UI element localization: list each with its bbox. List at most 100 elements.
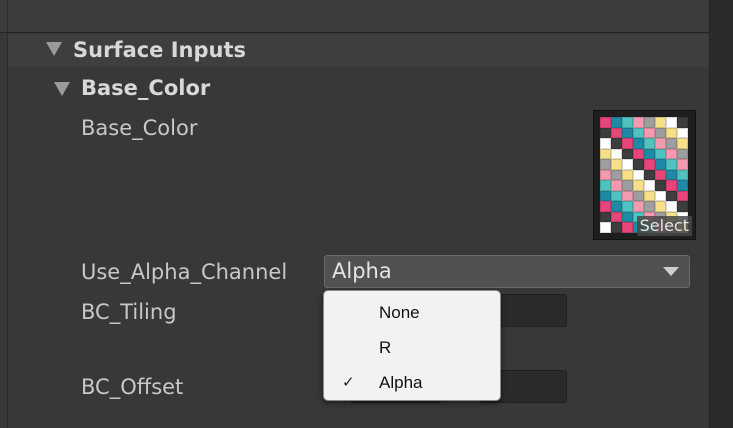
texture-tile — [666, 180, 677, 191]
texture-tile — [622, 211, 633, 223]
checkmark-icon: ✓ — [342, 374, 355, 391]
use-alpha-channel-label: Use_Alpha_Channel — [81, 260, 288, 284]
texture-tile — [677, 159, 688, 170]
dropdown-selected-value: Alpha — [332, 259, 392, 283]
inspector-scrollbar[interactable] — [709, 0, 733, 428]
bc-tiling-label: BC_Tiling — [81, 300, 177, 324]
texture-tile — [611, 169, 622, 181]
texture-tile — [611, 117, 622, 128]
texture-tile — [666, 117, 677, 128]
texture-tile — [666, 201, 677, 212]
texture-tile — [622, 117, 633, 128]
menu-option-label: Alpha — [379, 373, 423, 392]
texture-tile — [600, 148, 611, 160]
menu-option-none[interactable]: None — [324, 297, 500, 329]
texture-tile — [611, 148, 622, 160]
texture-tile — [622, 148, 633, 160]
texture-tile — [677, 180, 688, 191]
texture-tile — [677, 127, 688, 139]
texture-tile — [666, 127, 677, 139]
texture-tile — [633, 159, 644, 170]
use-alpha-channel-dropdown[interactable]: Alpha — [324, 255, 690, 288]
texture-tile — [633, 127, 644, 139]
texture-tile — [600, 138, 611, 149]
surface-inputs-header[interactable]: Surface Inputs — [8, 34, 709, 67]
texture-tile — [600, 127, 611, 139]
texture-tile — [677, 117, 688, 128]
texture-tile — [622, 169, 633, 181]
texture-tile — [644, 190, 655, 202]
texture-tile — [622, 201, 633, 212]
texture-tile — [666, 159, 677, 170]
texture-tile — [644, 180, 655, 191]
texture-tile — [677, 201, 688, 212]
texture-tile — [644, 138, 655, 149]
texture-tile — [633, 138, 644, 149]
texture-tile — [611, 127, 622, 139]
texture-tile — [655, 127, 666, 139]
texture-tile — [655, 148, 666, 160]
texture-tile — [633, 190, 644, 202]
texture-tile — [644, 201, 655, 212]
texture-tile — [600, 180, 611, 191]
texture-tile — [655, 169, 666, 181]
texture-tile — [600, 159, 611, 170]
texture-tile — [611, 159, 622, 170]
base-color-texture-slot[interactable]: Select — [593, 110, 696, 240]
texture-tile — [633, 148, 644, 160]
foldout-triangle-icon[interactable] — [54, 82, 70, 96]
texture-tile — [611, 190, 622, 202]
texture-tile — [677, 148, 688, 160]
texture-tile — [666, 138, 677, 149]
section-title: Surface Inputs — [73, 38, 247, 62]
texture-tile — [600, 201, 611, 212]
texture-tile — [677, 138, 688, 149]
texture-tile — [644, 148, 655, 160]
texture-tile — [600, 117, 611, 128]
texture-tile — [622, 190, 633, 202]
use-alpha-channel-menu: None R ✓ Alpha — [323, 290, 501, 401]
texture-tile — [600, 190, 611, 202]
texture-tile — [633, 180, 644, 191]
texture-tile — [622, 222, 633, 233]
texture-tile — [644, 169, 655, 181]
texture-tile — [622, 159, 633, 170]
texture-tile — [633, 117, 644, 128]
texture-tile — [611, 222, 622, 233]
texture-tile — [666, 169, 677, 181]
texture-tile — [622, 180, 633, 191]
texture-tile — [644, 117, 655, 128]
texture-tile — [622, 138, 633, 149]
texture-tile — [655, 159, 666, 170]
texture-tile — [611, 180, 622, 191]
texture-select-button[interactable]: Select — [636, 216, 692, 236]
texture-tile — [611, 211, 622, 223]
texture-tile — [655, 201, 666, 212]
base-color-label: Base_Color — [81, 116, 198, 140]
menu-option-label: R — [379, 338, 392, 357]
previous-section-strip — [0, 0, 710, 33]
texture-tile — [600, 169, 611, 181]
texture-tile — [644, 159, 655, 170]
texture-tile — [600, 211, 611, 223]
texture-tile — [622, 127, 633, 139]
chevron-down-icon — [663, 267, 679, 276]
texture-tile — [666, 190, 677, 202]
menu-option-alpha[interactable]: ✓ Alpha — [324, 367, 500, 399]
texture-tile — [677, 190, 688, 202]
texture-tile — [600, 222, 611, 233]
texture-tile — [633, 169, 644, 181]
texture-tile — [611, 138, 622, 149]
menu-option-r[interactable]: R — [324, 332, 500, 364]
texture-tile — [644, 127, 655, 139]
texture-tile — [633, 201, 644, 212]
texture-tile — [677, 169, 688, 181]
group-title[interactable]: Base_Color — [81, 76, 210, 100]
texture-tile — [666, 148, 677, 160]
texture-tile — [611, 201, 622, 212]
menu-option-label: None — [379, 303, 420, 322]
foldout-triangle-icon[interactable] — [46, 42, 62, 56]
texture-tile — [655, 180, 666, 191]
texture-tile — [655, 190, 666, 202]
texture-tile — [655, 138, 666, 149]
